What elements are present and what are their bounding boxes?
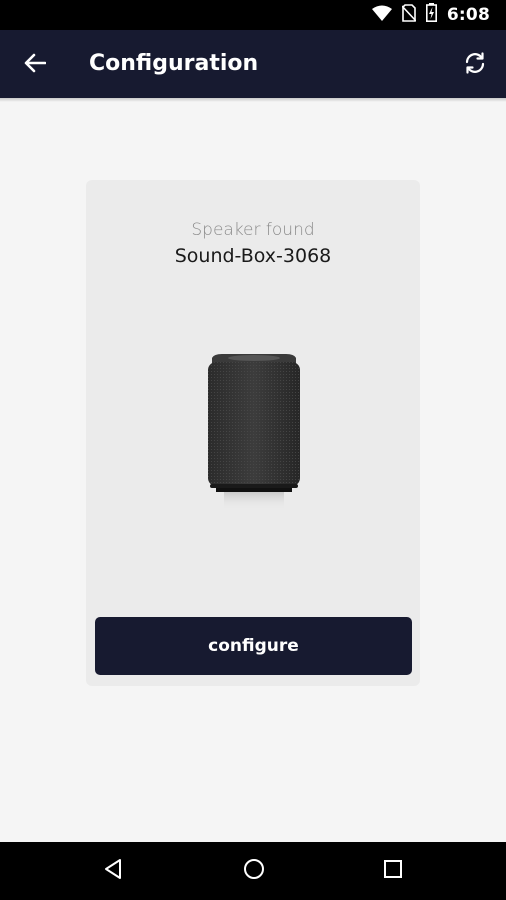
battery-charging-icon <box>425 3 437 27</box>
speaker-card: Speaker found Sound-Box-3068 configure <box>86 180 420 686</box>
nav-recents-button[interactable] <box>378 856 408 886</box>
status-time: 6:08 <box>446 5 490 25</box>
status-bar: 6:08 <box>0 0 506 30</box>
back-button[interactable] <box>16 46 54 84</box>
no-sim-icon <box>401 3 417 27</box>
refresh-button[interactable] <box>456 46 494 84</box>
recents-square-icon <box>383 859 403 884</box>
back-triangle-icon <box>103 858 123 885</box>
app-bar-shadow <box>0 98 506 102</box>
status-icons: 6:08 <box>371 3 490 27</box>
page-title: Configuration <box>89 51 259 76</box>
nav-back-button[interactable] <box>98 856 128 886</box>
arrow-left-icon <box>24 53 47 78</box>
app-bar: Configuration <box>0 30 506 98</box>
system-nav-bar <box>0 842 506 900</box>
configure-button[interactable]: configure <box>95 617 412 675</box>
home-circle-icon <box>243 858 265 885</box>
wifi-icon <box>371 5 392 26</box>
speaker-found-label: Speaker found <box>191 220 315 240</box>
device-name: Sound-Box-3068 <box>174 245 332 267</box>
nav-home-button[interactable] <box>239 856 269 886</box>
speaker-image <box>204 352 304 512</box>
refresh-icon <box>463 51 487 80</box>
